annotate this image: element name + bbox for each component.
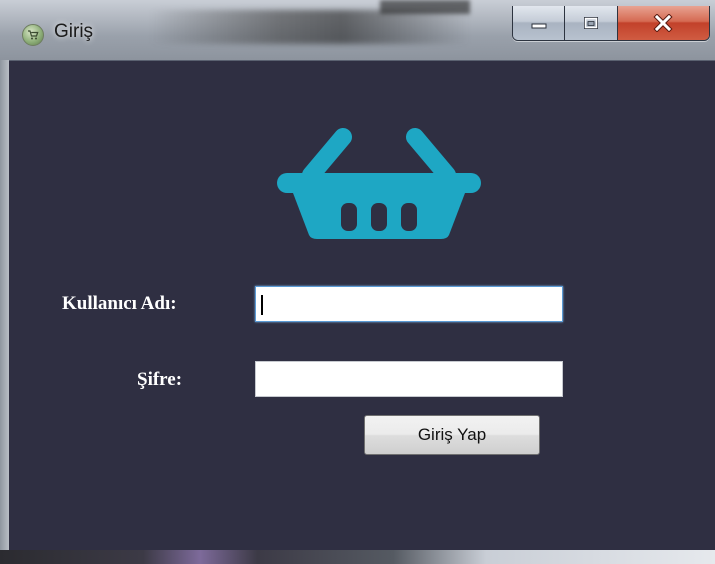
minimize-icon	[531, 23, 547, 29]
password-input[interactable]	[255, 361, 563, 397]
login-button[interactable]: Giriş Yap	[364, 415, 540, 455]
window-controls	[512, 6, 710, 41]
window-frame-bottom	[0, 550, 715, 564]
password-label: Şifre:	[137, 369, 183, 390]
window-frame-left	[0, 60, 9, 564]
shopping-cart-icon[interactable]	[22, 24, 44, 46]
window-title: Giriş	[54, 21, 94, 42]
login-panel: Kullanıcı Adı: Şifre: Giriş Yap	[9, 60, 715, 551]
text-caret	[261, 295, 263, 315]
username-label: Kullanıcı Adı:	[62, 293, 177, 314]
maximize-button[interactable]	[565, 6, 618, 40]
close-button[interactable]	[617, 6, 709, 40]
login-window: Giriş Kullanıcı Adı: Şifre: Giriş Yap	[0, 0, 715, 564]
maximize-icon	[584, 17, 599, 29]
title-bar[interactable]: Giriş	[0, 0, 715, 60]
shopping-basket-icon	[277, 128, 481, 239]
close-icon	[653, 14, 674, 32]
username-input[interactable]	[255, 286, 563, 322]
minimize-button[interactable]	[513, 6, 566, 40]
